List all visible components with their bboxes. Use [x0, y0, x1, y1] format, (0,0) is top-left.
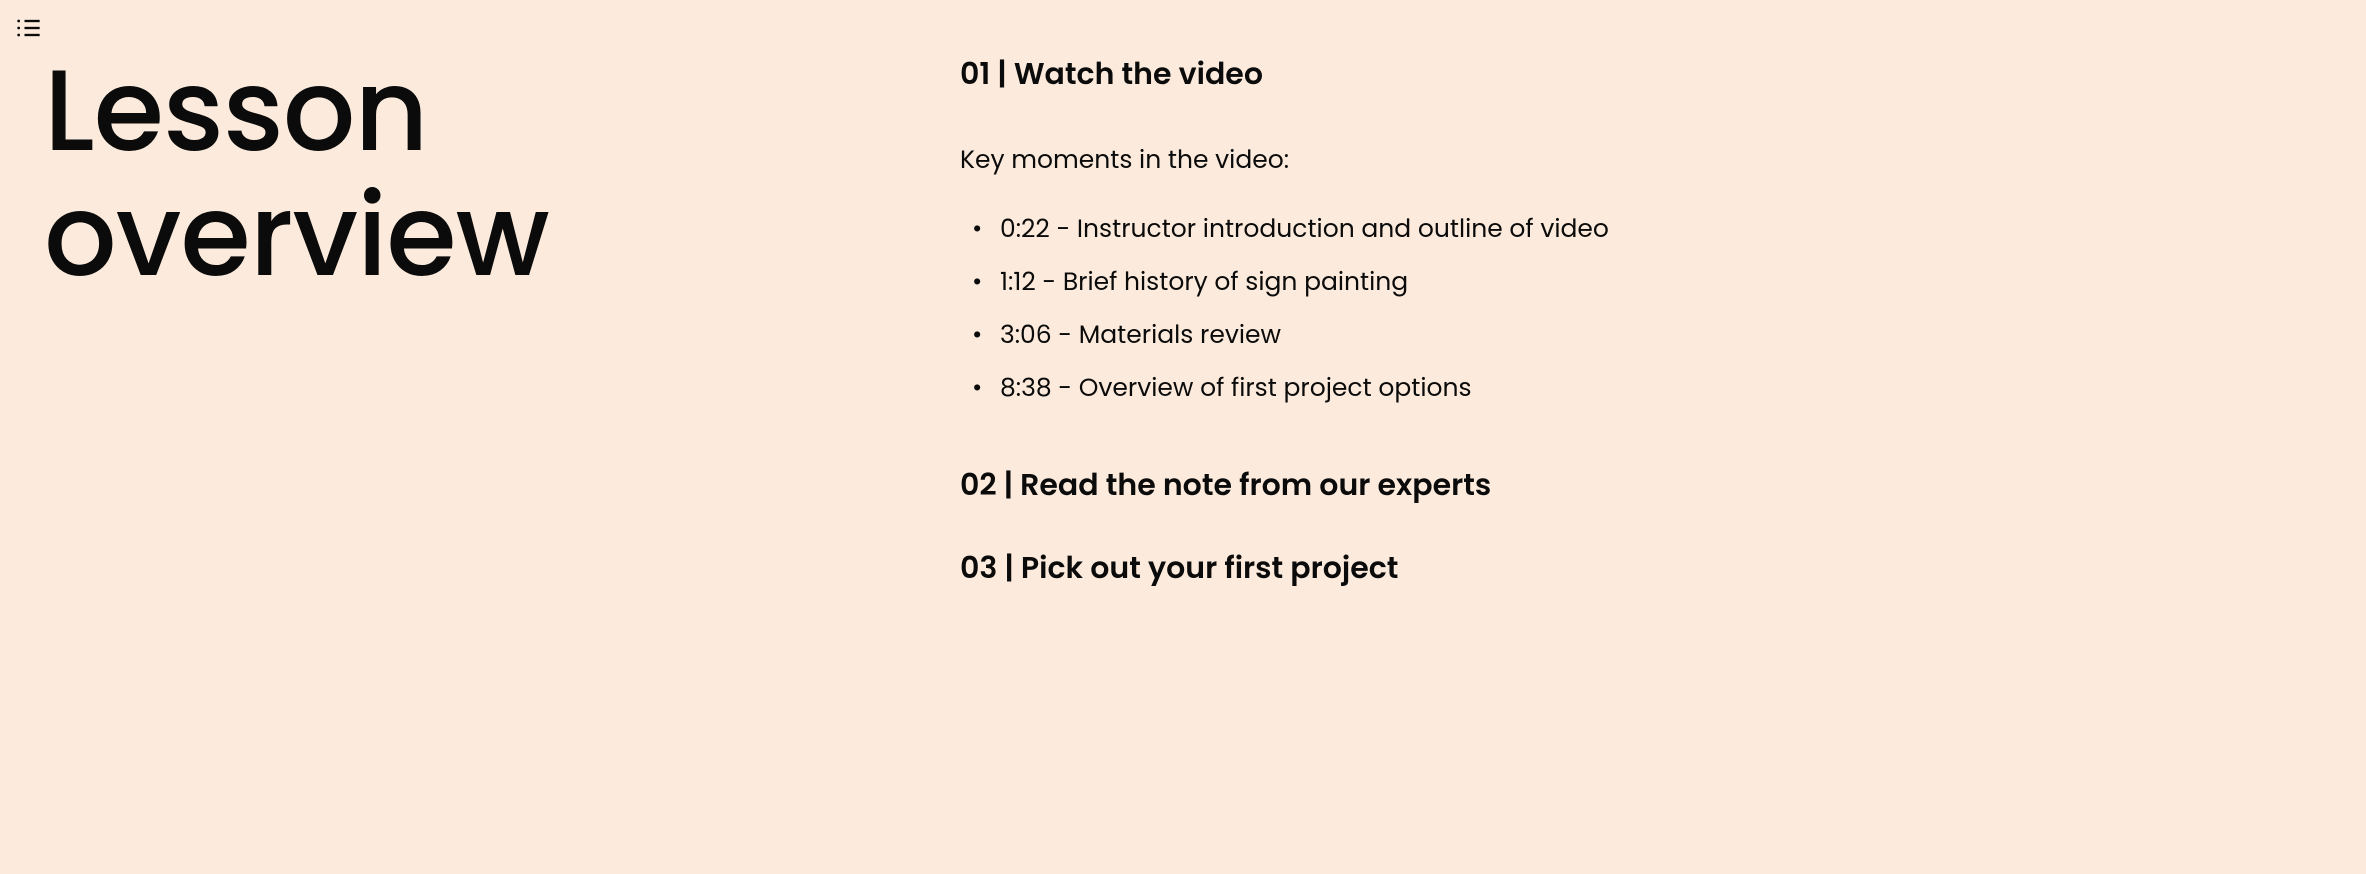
- step-label: Pick out your first project: [1021, 546, 1399, 589]
- left-column: Lesson overview: [0, 0, 950, 874]
- step-heading-1: 01 | Watch the video: [960, 54, 2326, 93]
- key-moments-list: 0:22 - Instructor introduction and outli…: [960, 211, 2326, 405]
- step-spacer: [1007, 52, 1014, 95]
- key-moment-item: 8:38 - Overview of first project options: [1000, 370, 2326, 405]
- step-number: 03: [960, 546, 997, 589]
- step-heading-2: 02 | Read the note from our experts: [960, 465, 2326, 504]
- page-title: Lesson overview: [44, 48, 950, 299]
- step-number: 01: [960, 52, 990, 95]
- key-moments-label: Key moments in the video:: [960, 141, 2326, 179]
- right-column: 01 | Watch the video Key moments in the …: [950, 0, 2366, 874]
- step-heading-3: 03 | Pick out your first project: [960, 548, 2326, 587]
- step-label: Watch the video: [1014, 52, 1263, 95]
- step-label: Read the note from our experts: [1020, 463, 1491, 506]
- step-number: 02: [960, 463, 997, 506]
- key-moment-item: 0:22 - Instructor introduction and outli…: [1000, 211, 2326, 246]
- list-menu-icon[interactable]: [14, 14, 42, 42]
- key-moment-item: 3:06 - Materials review: [1000, 317, 2326, 352]
- key-moment-item: 1:12 - Brief history of sign painting: [1000, 264, 2326, 299]
- page-container: Lesson overview 01 | Watch the video Key…: [0, 0, 2366, 874]
